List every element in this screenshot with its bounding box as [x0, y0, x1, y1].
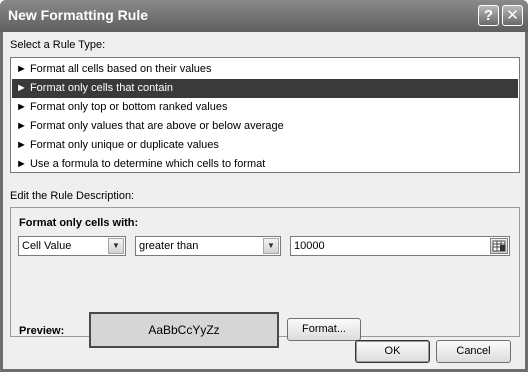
rule-type-label: Use a formula to determine which cells t… — [29, 158, 266, 170]
chevron-down-icon[interactable]: ▼ — [108, 238, 124, 254]
dialog-title: New Formatting Rule — [8, 7, 149, 23]
bullet-arrow-icon: ► — [16, 63, 27, 75]
dialog-body: Select a Rule Type: ► Format all cells b… — [3, 32, 525, 369]
rule-type-label: Format only unique or duplicate values — [29, 139, 219, 151]
condition-type-value: Cell Value — [22, 240, 72, 252]
rule-type-item-selected[interactable]: ► Format only cells that contain — [12, 79, 518, 98]
ok-button[interactable]: OK — [355, 340, 430, 363]
bullet-arrow-icon: ► — [16, 139, 27, 151]
preview-box: AaBbCcYyZz — [89, 312, 279, 348]
range-picker-icon[interactable] — [490, 238, 508, 254]
chevron-down-icon[interactable]: ▼ — [263, 238, 279, 254]
operator-dropdown[interactable]: greater than ▼ — [135, 236, 281, 256]
cancel-button[interactable]: Cancel — [436, 340, 511, 363]
rule-type-item[interactable]: ► Format only unique or duplicate values — [12, 136, 518, 155]
help-button[interactable]: ? — [478, 5, 499, 26]
value-input[interactable]: 10000 — [290, 236, 510, 256]
bullet-arrow-icon: ► — [16, 158, 27, 170]
rule-type-item[interactable]: ► Format all cells based on their values — [12, 60, 518, 79]
preview-sample-text: AaBbCcYyZz — [148, 323, 220, 337]
rule-type-list[interactable]: ► Format all cells based on their values… — [10, 57, 520, 173]
format-only-cells-heading: Format only cells with: — [19, 217, 139, 229]
operator-value: greater than — [139, 240, 199, 252]
rule-type-item[interactable]: ► Use a formula to determine which cells… — [12, 155, 518, 174]
bullet-arrow-icon: ► — [16, 101, 27, 113]
bullet-arrow-icon: ► — [16, 82, 27, 94]
condition-type-dropdown[interactable]: Cell Value ▼ — [18, 236, 126, 256]
value-text: 10000 — [294, 240, 325, 252]
bullet-arrow-icon: ► — [16, 120, 27, 132]
close-button[interactable]: ✕ — [502, 5, 523, 26]
rule-description-heading: Edit the Rule Description: — [10, 190, 135, 202]
rule-type-label: Format all cells based on their values — [29, 63, 212, 75]
title-bar[interactable]: New Formatting Rule ? ✕ — [0, 0, 528, 32]
preview-label: Preview: — [19, 325, 65, 337]
rule-type-item[interactable]: ► Format only top or bottom ranked value… — [12, 98, 518, 117]
rule-type-label: Format only top or bottom ranked values — [29, 101, 228, 113]
format-button[interactable]: Format... — [287, 318, 361, 341]
rule-description-panel: Format only cells with: Cell Value ▼ gre… — [10, 207, 520, 348]
new-formatting-rule-dialog: New Formatting Rule ? ✕ Select a Rule Ty… — [0, 0, 528, 372]
rule-type-label: Format only values that are above or bel… — [29, 120, 284, 132]
rule-type-item[interactable]: ► Format only values that are above or b… — [12, 117, 518, 136]
rule-type-heading: Select a Rule Type: — [10, 39, 106, 51]
rule-type-label: Format only cells that contain — [29, 82, 174, 94]
